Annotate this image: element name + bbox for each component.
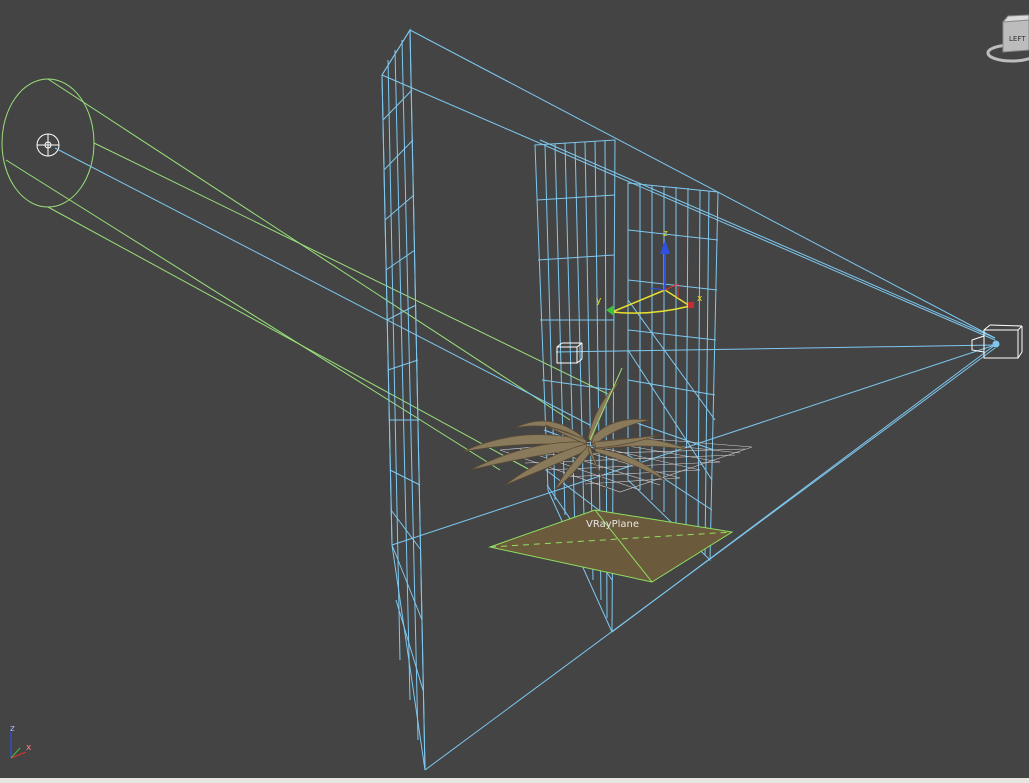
gizmo-x-label: x bbox=[697, 294, 703, 304]
light-target-icon[interactable] bbox=[36, 133, 60, 157]
directional-light[interactable] bbox=[1, 78, 611, 471]
transform-gizmo[interactable] bbox=[606, 240, 694, 316]
world-axis-tripod bbox=[10, 732, 27, 759]
vray-plane-label: VRayPlane bbox=[586, 519, 639, 530]
scene-canvas[interactable]: VRayPlane y x z LEFT z x bbox=[0, 0, 1029, 783]
wall-mesh-right[interactable] bbox=[627, 182, 719, 562]
world-axis-x-label: x bbox=[26, 743, 32, 753]
wall-mesh-left[interactable] bbox=[381, 28, 426, 771]
gizmo-y-label: y bbox=[596, 296, 602, 306]
world-axis-z-label: z bbox=[10, 724, 15, 734]
viewport-bottom-border bbox=[0, 778, 1029, 783]
gizmo-z-label: z bbox=[663, 229, 668, 239]
viewcube-face-label: LEFT bbox=[1009, 35, 1026, 43]
perspective-viewport[interactable]: VRayPlane y x z LEFT z x bbox=[0, 0, 1029, 783]
plant-model[interactable] bbox=[461, 379, 691, 496]
camera-frustum bbox=[381, 29, 996, 771]
light-direction-line bbox=[54, 147, 591, 426]
